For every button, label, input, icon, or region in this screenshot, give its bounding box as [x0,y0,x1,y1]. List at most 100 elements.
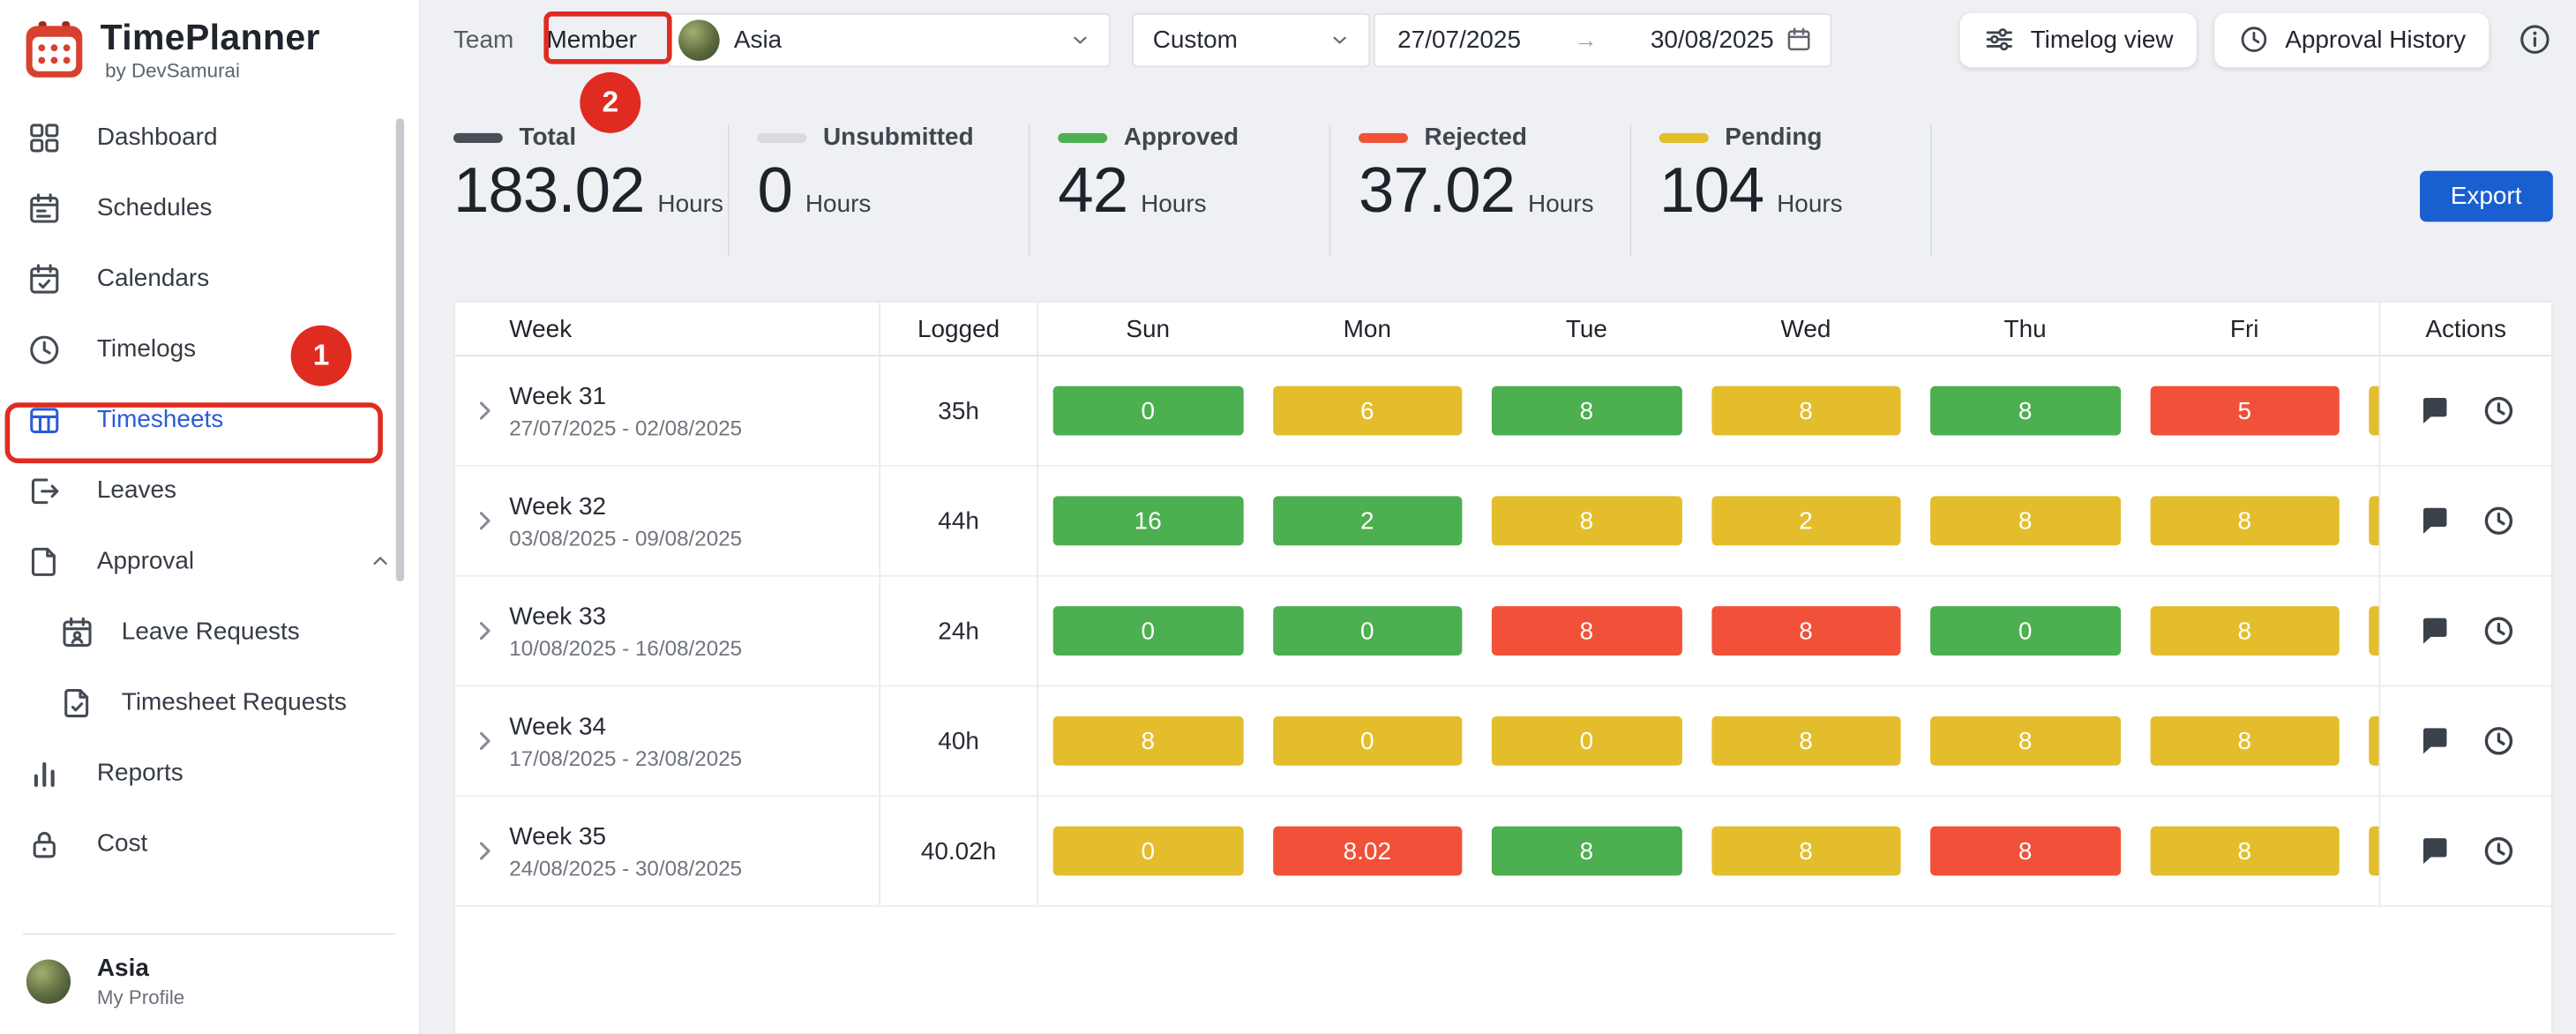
day-cells: 08.028888 [1038,797,2379,905]
day-hours-bar[interactable]: 8 [1930,716,2120,766]
day-hours-bar[interactable]: 8 [1930,827,2120,876]
day-hours-bar[interactable] [2369,496,2378,545]
day-hours-bar[interactable]: 5 [2150,386,2340,436]
day-hours-bar[interactable]: 0 [1053,827,1243,876]
day-hours-bar[interactable]: 0 [1053,606,1243,656]
day-hours-bar[interactable]: 0 [1272,716,1462,766]
clock-icon[interactable] [2480,503,2516,539]
day-hours-bar[interactable]: 8 [2150,606,2340,656]
clock-icon[interactable] [2480,393,2516,429]
comment-icon[interactable] [2415,723,2452,759]
day-hours-bar[interactable]: 8 [2150,716,2340,766]
sidebar-item-timesheets[interactable]: Timesheets [0,385,419,455]
stat-value: 104 [1659,156,1764,229]
sidebar-scrollbar[interactable] [396,118,404,581]
sidebar-item-calendars[interactable]: Calendars [0,244,419,314]
day-hours-bar[interactable]: 8 [1711,606,1900,656]
sidebar-item-label: Schedules [97,194,212,222]
day-cell: 6 [1258,386,1478,436]
sidebar-item-approval[interactable]: Approval [0,526,419,596]
logged-hours: 44h [880,467,1038,575]
date-to[interactable]: 30/08/2025 [1651,26,1774,54]
tab-team[interactable]: Team [453,26,513,54]
week-title: Week 35 [509,822,742,850]
expand-chevron-icon[interactable] [468,394,501,427]
day-cell: 8 [1696,716,1916,766]
comment-icon[interactable] [2415,393,2452,429]
week-cell[interactable]: Week 35 24/08/2025 - 30/08/2025 [455,797,880,905]
day-hours-bar[interactable]: 2 [1711,496,1900,545]
day-hours-bar[interactable] [2369,386,2378,436]
day-hours-bar[interactable] [2369,827,2378,876]
day-hours-bar[interactable]: 8 [1711,827,1900,876]
timelog-view-button[interactable]: Timelog view [1960,12,2197,66]
approved-dash [1058,132,1107,142]
sidebar-item-timelogs[interactable]: Timelogs [0,314,419,385]
clock-icon[interactable] [2480,833,2516,869]
day-hours-bar[interactable]: 8 [1492,386,1681,436]
day-hours-bar[interactable]: 2 [1272,496,1462,545]
sidebar-item-dashboard[interactable]: Dashboard [0,101,419,172]
tab-member[interactable]: Member [547,26,637,54]
expand-chevron-icon[interactable] [468,614,501,647]
export-button[interactable]: Export [2419,170,2553,221]
day-hours-bar[interactable]: 8 [1492,496,1681,545]
day-hours-bar[interactable]: 8 [1930,386,2120,436]
day-hours-bar[interactable]: 0 [1272,606,1462,656]
day-hours-bar[interactable] [2369,716,2378,766]
day-hours-bar[interactable]: 8.02 [1272,827,1462,876]
stat-rejected: Rejected 37.02Hours [1330,124,1629,268]
sidebar-item-reports[interactable]: Reports [0,738,419,808]
chevron-up-icon[interactable] [368,549,393,573]
expand-chevron-icon[interactable] [468,505,501,537]
day-hours-bar[interactable]: 6 [1272,386,1462,436]
table-header: Week Logged Sun Mon Tue Wed Thu Fri Sat … [455,303,2551,356]
stat-label: Approved [1124,124,1239,152]
day-hours-bar[interactable]: 8 [1711,386,1900,436]
profile-card[interactable]: Asia My Profile [23,933,396,1034]
sidebar-item-label: Dashboard [97,124,218,152]
week-cell[interactable]: Week 32 03/08/2025 - 09/08/2025 [455,467,880,575]
day-hours-bar[interactable]: 8 [1711,716,1900,766]
day-hours-bar[interactable]: 8 [1053,716,1243,766]
comment-icon[interactable] [2415,503,2452,539]
date-from[interactable]: 27/07/2025 [1397,26,1521,54]
week-cell[interactable]: Week 33 10/08/2025 - 16/08/2025 [455,577,880,686]
day-cell: 8 [1915,386,2135,436]
comment-icon[interactable] [2415,833,2452,869]
sidebar-item-leaves[interactable]: Leaves [0,455,419,526]
comment-icon[interactable] [2415,613,2452,649]
day-hours-bar[interactable]: 0 [1930,606,2120,656]
day-hours-bar[interactable]: 8 [1492,827,1681,876]
sidebar-item-cost[interactable]: Cost [0,808,419,879]
approval-history-button[interactable]: Approval History [2214,12,2489,66]
expand-chevron-icon[interactable] [468,724,501,757]
date-range-picker[interactable]: 27/07/2025 → 30/08/2025 [1373,12,1831,66]
day-cell [2355,716,2379,766]
week-cell[interactable]: Week 34 17/08/2025 - 23/08/2025 [455,686,880,795]
unsubmitted-dash [757,132,806,142]
member-select[interactable]: Asia [667,12,1111,66]
sidebar-item-schedules[interactable]: Schedules [0,173,419,244]
reports-chart-icon [26,755,63,791]
week-cell[interactable]: Week 31 27/07/2025 - 02/08/2025 [455,356,880,465]
info-icon[interactable] [2517,21,2553,57]
day-hours-bar[interactable]: 8 [1930,496,2120,545]
day-cells: 008808 [1038,577,2379,686]
expand-chevron-icon[interactable] [468,835,501,867]
clock-icon[interactable] [2480,723,2516,759]
clock-icon[interactable] [2480,613,2516,649]
range-select[interactable]: Custom [1132,12,1370,66]
table-row: Week 35 24/08/2025 - 30/08/2025 40.02h 0… [455,797,2551,907]
header-days: Sun Mon Tue Wed Thu Fri Sat [1038,303,2379,356]
table-row: Week 33 10/08/2025 - 16/08/2025 24h 0088… [455,577,2551,687]
day-hours-bar[interactable]: 8 [1492,606,1681,656]
day-hours-bar[interactable]: 16 [1053,496,1243,545]
day-hours-bar[interactable]: 8 [2150,827,2340,876]
sidebar-item-leave-requests[interactable]: Leave Requests [0,596,419,667]
sidebar-item-timesheet-requests[interactable]: Timesheet Requests [0,667,419,738]
day-hours-bar[interactable]: 0 [1492,716,1681,766]
day-hours-bar[interactable] [2369,606,2378,656]
day-hours-bar[interactable]: 0 [1053,386,1243,436]
day-hours-bar[interactable]: 8 [2150,496,2340,545]
